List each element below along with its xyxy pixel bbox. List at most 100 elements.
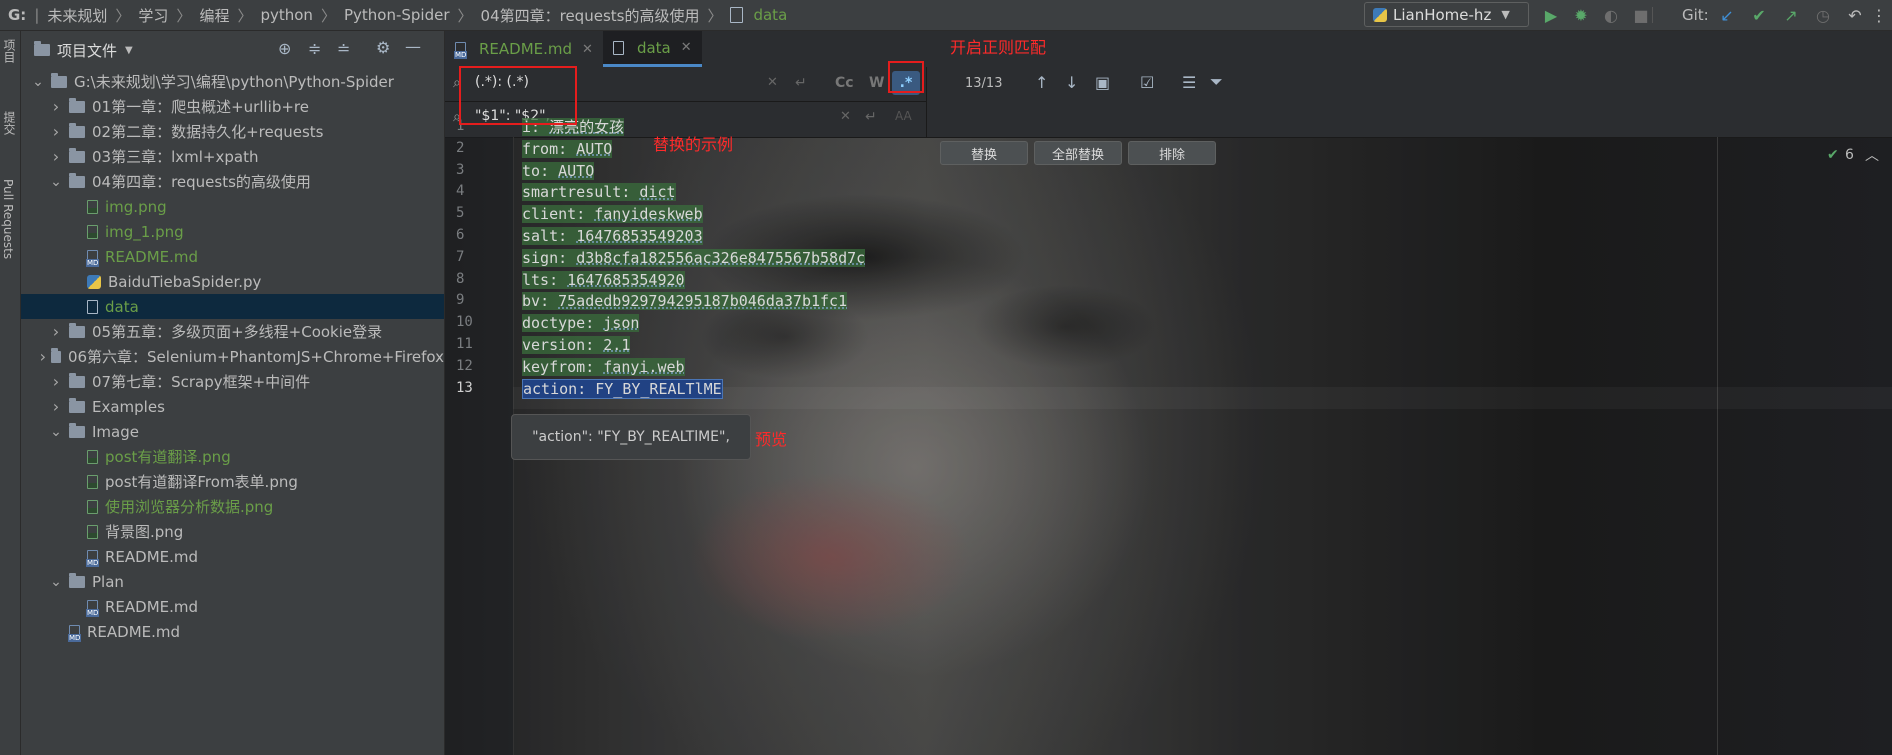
commit-tool-button[interactable]: 提交 bbox=[1, 111, 18, 135]
tab-readme[interactable]: README.md ✕ bbox=[445, 31, 603, 67]
gear-icon[interactable]: ⚙ bbox=[376, 38, 390, 57]
breadcrumb-item[interactable]: Python-Spider bbox=[344, 6, 450, 24]
code-line[interactable]: to: AUTO bbox=[522, 160, 595, 182]
chevron-down-icon[interactable]: ⌄ bbox=[49, 424, 63, 440]
tree-folder[interactable]: › Examples bbox=[21, 394, 444, 419]
tree-file[interactable]: post有道翻译From表单.png bbox=[21, 469, 444, 494]
code-line[interactable]: client: fanyideskweb bbox=[522, 203, 703, 225]
preserve-case-icon[interactable]: AA bbox=[895, 109, 912, 123]
tree-file[interactable]: README.md bbox=[21, 544, 444, 569]
collapse-all-icon[interactable]: ≐ bbox=[337, 39, 350, 58]
code-line[interactable]: keyfrom: fanyi.web bbox=[522, 356, 685, 378]
replace-all-button[interactable]: 全部替换 bbox=[1034, 141, 1122, 165]
run-icon[interactable]: ▶ bbox=[1542, 6, 1560, 25]
tree-file[interactable]: README.md bbox=[21, 244, 444, 269]
close-icon[interactable]: ✕ bbox=[681, 40, 692, 55]
new-line-icon[interactable]: ↵ bbox=[795, 75, 807, 91]
locate-icon[interactable]: ⊕ bbox=[278, 39, 291, 58]
annotation-box-regex bbox=[888, 61, 924, 93]
breadcrumb-item[interactable]: python bbox=[260, 6, 312, 24]
chevron-up-icon[interactable]: ︿ bbox=[1865, 145, 1879, 165]
code-line[interactable]: sign: d3b8cfa182556ac326e8475567b58d7c bbox=[522, 247, 866, 269]
tree-folder[interactable]: ⌄ G:\未来规划\学习\编程\python\Python-Spider bbox=[21, 69, 444, 94]
clear-search-icon[interactable]: ✕ bbox=[767, 75, 778, 90]
code-line[interactable]: smartresult: dict bbox=[522, 181, 676, 203]
project-view-title[interactable]: 项目文件 bbox=[57, 40, 117, 61]
select-all-occurrences-icon[interactable]: ▣ bbox=[1095, 73, 1110, 92]
image-file-icon bbox=[87, 449, 98, 464]
tree-folder[interactable]: ⌄ Plan bbox=[21, 569, 444, 594]
git-push-icon[interactable]: ↗ bbox=[1782, 6, 1800, 25]
open-in-window-icon[interactable]: ☰ bbox=[1182, 73, 1196, 92]
more-icon[interactable]: ⋮ bbox=[1870, 6, 1888, 25]
inspection-ok-icon[interactable]: ✔ bbox=[1827, 147, 1839, 163]
tree-file[interactable]: README.md bbox=[21, 594, 444, 619]
code-line[interactable]: doctype: json bbox=[522, 312, 640, 334]
next-occurrence-icon[interactable]: ↓ bbox=[1065, 73, 1078, 92]
previous-occurrence-icon[interactable]: ↑ bbox=[1035, 73, 1048, 92]
chevron-right-icon[interactable]: › bbox=[49, 147, 63, 166]
code-line[interactable]: action: FY_BY_REALTlME bbox=[522, 378, 723, 400]
tree-folder[interactable]: › 05第五章：多级页面+多线程+Cookie登录 bbox=[21, 319, 444, 344]
tree-file[interactable]: README.md bbox=[21, 619, 444, 644]
breadcrumb-item[interactable]: 未来规划 bbox=[47, 5, 107, 26]
code-line[interactable]: bv: 75adedb929794295187b046da37b1fc1 bbox=[522, 290, 848, 312]
chevron-right-icon[interactable]: › bbox=[49, 122, 63, 141]
tree-file[interactable]: data bbox=[21, 294, 444, 319]
project-tool-button[interactable]: 项目 bbox=[1, 39, 18, 63]
stop-icon[interactable]: ■ bbox=[1632, 6, 1650, 25]
whole-words-toggle[interactable]: W bbox=[869, 75, 884, 91]
expand-all-icon[interactable]: ≑ bbox=[308, 39, 321, 58]
code-line[interactable]: version: 2.1 bbox=[522, 334, 631, 356]
filter-search-results-icon[interactable]: ☑ bbox=[1140, 73, 1154, 92]
chevron-down-icon[interactable]: ⌄ bbox=[31, 74, 45, 90]
tree-file[interactable]: img.png bbox=[21, 194, 444, 219]
git-commit-icon[interactable]: ✔ bbox=[1750, 6, 1768, 25]
tree-folder[interactable]: › 01第一章：爬虫概述+urllib+re bbox=[21, 94, 444, 119]
tab-data[interactable]: data ✕ bbox=[602, 31, 702, 67]
chevron-right-icon[interactable]: › bbox=[49, 397, 63, 416]
close-icon[interactable]: ✕ bbox=[582, 42, 593, 57]
breadcrumb-drive[interactable]: G: bbox=[8, 6, 26, 24]
tree-file[interactable]: img_1.png bbox=[21, 219, 444, 244]
tree-file[interactable]: BaiduTiebaSpider.py bbox=[21, 269, 444, 294]
chevron-down-icon[interactable]: ⌄ bbox=[49, 574, 63, 590]
new-line-icon[interactable]: ↵ bbox=[865, 109, 877, 125]
run-with-coverage-icon[interactable]: ◐ bbox=[1602, 6, 1620, 25]
code-line[interactable]: from: AUTO bbox=[522, 138, 613, 160]
tree-file[interactable]: 背景图.png bbox=[21, 519, 444, 544]
breadcrumb-item[interactable]: 学习 bbox=[138, 5, 168, 26]
breadcrumb-item[interactable]: 编程 bbox=[199, 5, 229, 26]
chevron-right-icon[interactable]: › bbox=[49, 372, 63, 391]
breadcrumb-item[interactable]: 04第四章：requests的高级使用 bbox=[481, 5, 700, 26]
debug-icon[interactable]: ✹ bbox=[1572, 6, 1590, 25]
tree-file[interactable]: 使用浏览器分析数据.png bbox=[21, 494, 444, 519]
hide-icon[interactable]: — bbox=[405, 37, 421, 56]
tree-folder[interactable]: › 03第三章：lxml+xpath bbox=[21, 144, 444, 169]
tree-folder[interactable]: ⌄ 04第四章：requests的高级使用 bbox=[21, 169, 444, 194]
rollback-icon[interactable]: ↶ bbox=[1846, 6, 1864, 25]
history-icon[interactable]: ◷ bbox=[1814, 6, 1832, 25]
git-update-icon[interactable]: ↙ bbox=[1718, 6, 1736, 25]
replace-button[interactable]: 替换 bbox=[940, 141, 1028, 165]
match-case-toggle[interactable]: Cc bbox=[835, 75, 854, 91]
breadcrumb-item-current[interactable]: data bbox=[753, 6, 787, 24]
pull-requests-tool-button[interactable]: Pull Requests bbox=[1, 179, 15, 259]
code-line[interactable]: lts: 1647685354920 bbox=[522, 269, 685, 291]
line-number: 12 bbox=[456, 357, 473, 374]
tree-folder[interactable]: ⌄ Image bbox=[21, 419, 444, 444]
chevron-right-icon[interactable]: › bbox=[38, 347, 47, 366]
exclude-button[interactable]: 排除 bbox=[1128, 141, 1216, 165]
clear-replace-icon[interactable]: ✕ bbox=[840, 109, 851, 124]
code-line[interactable]: salt: 16476853549203 bbox=[522, 225, 703, 247]
tree-file[interactable]: post有道翻译.png bbox=[21, 444, 444, 469]
tree-folder[interactable]: › 02第二章：数据持久化+requests bbox=[21, 119, 444, 144]
chevron-down-icon[interactable]: ⌄ bbox=[49, 174, 63, 190]
filter-icon[interactable]: ⏷ bbox=[1210, 72, 1223, 92]
chevron-right-icon[interactable]: › bbox=[49, 97, 63, 116]
tree-folder[interactable]: › 07第七章：Scrapy框架+中间件 bbox=[21, 369, 444, 394]
chevron-right-icon[interactable]: › bbox=[49, 322, 63, 341]
tree-folder[interactable]: › 06第六章：Selenium+PhantomJS+Chrome+Firefox bbox=[21, 344, 444, 369]
run-configuration-dropdown[interactable]: LianHome-hz ▼ bbox=[1364, 2, 1529, 27]
chevron-down-icon[interactable]: ▼ bbox=[125, 45, 133, 56]
